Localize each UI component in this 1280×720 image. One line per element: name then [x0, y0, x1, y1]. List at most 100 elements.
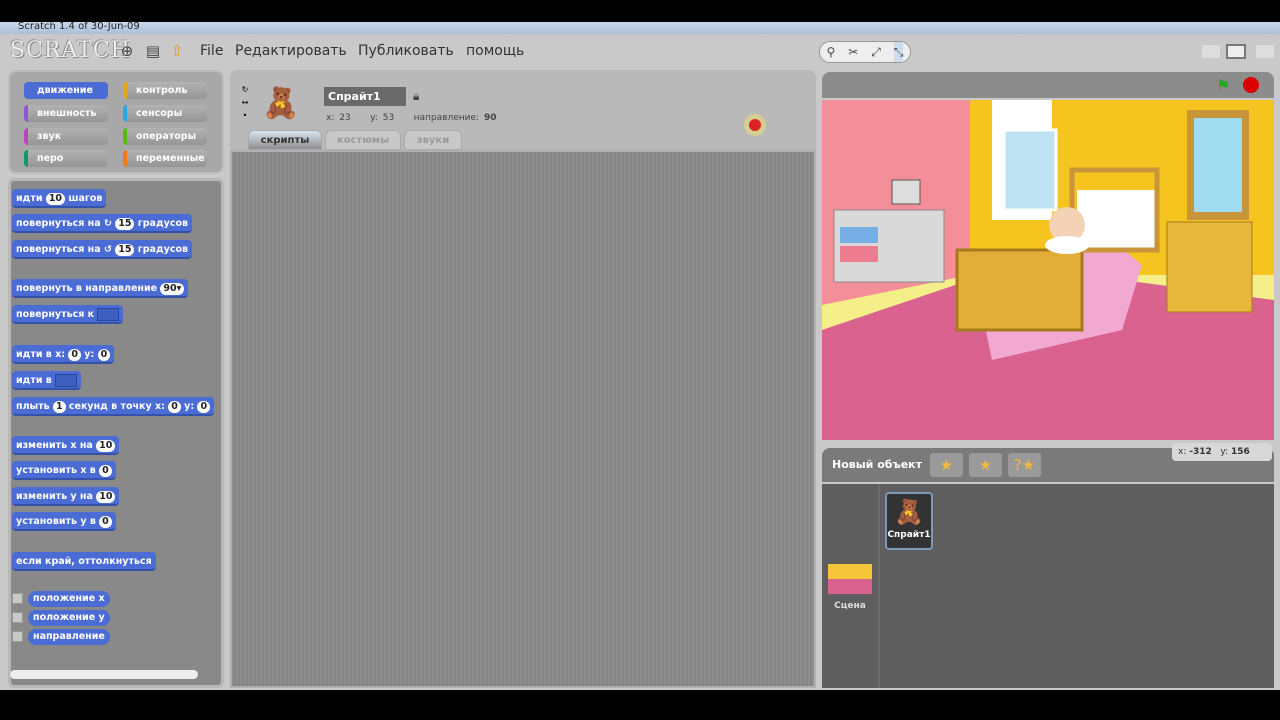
sprite-name-field[interactable]: Спрайт1: [324, 87, 406, 106]
reporter-checkbox[interactable]: [12, 593, 23, 604]
share-icon[interactable]: ⇧: [168, 42, 186, 60]
random-sprite-icon[interactable]: ?★: [1008, 453, 1041, 477]
block-point-dir[interactable]: повернуть в направление 90▾: [12, 279, 189, 298]
block-input[interactable]: 0: [99, 465, 112, 477]
menu-help[interactable]: помощь: [466, 43, 524, 59]
window-title: Scratch 1.4 of 30-Jun-09: [0, 22, 1280, 34]
block-turn-ccw[interactable]: повернуться на ↺ 15 градусов: [12, 240, 192, 259]
reporter-checkbox[interactable]: [12, 612, 23, 623]
choose-sprite-icon[interactable]: ★: [969, 453, 1002, 477]
palette-scrollbar[interactable]: [10, 670, 198, 679]
category-3[interactable]: сенсоры: [123, 105, 207, 122]
paint-sprite-icon[interactable]: ★: [930, 453, 963, 477]
reporter-checkbox[interactable]: [12, 631, 23, 642]
block-change-x[interactable]: изменить x на 10: [12, 436, 120, 455]
block-glide[interactable]: плыть 1 секунд в точку x: 0 y: 0: [12, 397, 215, 416]
reporter-block[interactable]: положение y: [28, 610, 110, 626]
sprite-thumb-sprite1[interactable]: 🧸 Спрайт1: [885, 492, 933, 550]
rotate-cw-icon: ↻: [103, 218, 116, 229]
block-text: повернуться на: [16, 244, 101, 255]
presentation-icon[interactable]: [1256, 45, 1274, 58]
small-stage-icon[interactable]: [1202, 45, 1220, 58]
grow-icon[interactable]: ⤢: [871, 42, 881, 62]
block-text: идти в: [16, 375, 52, 386]
block-input[interactable]: 1: [52, 401, 66, 413]
tab-sounds[interactable]: звуки: [404, 130, 462, 150]
mouse-y-value: 156: [1230, 447, 1250, 457]
rotate-ccw-icon: ↺: [103, 244, 116, 255]
menu-file[interactable]: File: [200, 43, 223, 59]
delete-icon[interactable]: ✂: [848, 42, 858, 62]
baby-icon: 🧸: [894, 498, 924, 526]
block-set-y[interactable]: установить y в 0: [12, 512, 116, 531]
block-text: y:: [184, 401, 195, 412]
block-input[interactable]: 10: [96, 491, 116, 503]
block-input[interactable]: 15: [115, 218, 135, 230]
block-input[interactable]: 10: [96, 440, 116, 452]
save-icon[interactable]: ▤: [144, 42, 162, 60]
tab-scripts[interactable]: скрипты: [248, 130, 322, 150]
block-text: идти: [16, 193, 43, 204]
mouse-coordinates: x: -312 y: 156: [1172, 443, 1272, 461]
category-5[interactable]: операторы: [123, 128, 207, 145]
block-text: повернуть в направление: [16, 283, 158, 294]
category-0[interactable]: движение: [24, 82, 108, 99]
block-goto-xy[interactable]: идти в x: 0 y: 0: [12, 345, 115, 364]
sprite-thumbnail: 🧸: [262, 86, 300, 121]
sprite-thumb-label: Спрайт1: [887, 530, 931, 540]
reporter-block[interactable]: положение x: [28, 591, 110, 607]
stop-icon[interactable]: [1243, 77, 1259, 93]
dropdown[interactable]: [97, 308, 120, 321]
stage-thumbnail[interactable]: [828, 564, 872, 594]
block-input[interactable]: 0: [97, 349, 111, 361]
block-input[interactable]: 90▾: [160, 283, 185, 295]
block-input[interactable]: 0: [99, 516, 112, 528]
duplicate-icon[interactable]: ⚲: [826, 42, 835, 62]
category-4[interactable]: звук: [24, 128, 108, 145]
block-point-to[interactable]: повернуться к: [12, 305, 124, 324]
block-input[interactable]: 10: [45, 193, 66, 205]
cursor-highlight: [744, 114, 766, 136]
normal-stage-icon[interactable]: [1226, 44, 1246, 59]
shrink-icon[interactable]: ⤡: [893, 42, 904, 62]
sprite-tools: ⚲ ✂ ⤢ ⤡: [819, 41, 911, 63]
block-text: шагов: [68, 193, 103, 204]
menu-edit[interactable]: Редактировать: [235, 43, 347, 59]
block-input[interactable]: 0: [197, 401, 211, 413]
block-turn-cw[interactable]: повернуться на ↻ 15 градусов: [12, 214, 192, 233]
block-set-x[interactable]: установить x в 0: [12, 461, 116, 480]
block-goto[interactable]: идти в: [12, 371, 82, 390]
stage-thumb-label: Сцена: [834, 601, 866, 611]
stage[interactable]: [822, 100, 1274, 440]
category-1[interactable]: контроль: [123, 82, 207, 99]
block-text: y:: [84, 349, 95, 360]
block-text: градусов: [137, 218, 188, 229]
lock-icon[interactable]: 🔒︎: [413, 89, 419, 104]
sprite-list: 🧸 Спрайт1 Сцена: [822, 484, 1274, 688]
reporter-block[interactable]: направление: [28, 629, 110, 645]
block-change-y[interactable]: изменить y на 10: [12, 487, 120, 506]
dropdown[interactable]: [55, 374, 78, 387]
scripts-area[interactable]: [230, 150, 816, 688]
block-text: изменить x на: [16, 440, 93, 451]
category-2[interactable]: внешность: [24, 105, 108, 122]
block-move[interactable]: идти 10 шагов: [12, 189, 107, 208]
block-input[interactable]: 0: [168, 401, 181, 413]
new-sprite-label: Новый объект: [832, 458, 923, 471]
block-input[interactable]: 15: [115, 244, 135, 256]
block-text: секунд в точку x:: [68, 401, 165, 412]
tab-costumes[interactable]: костюмы: [325, 130, 401, 150]
menu-share[interactable]: Публиковать: [358, 43, 454, 59]
block-text: плыть: [16, 401, 50, 412]
rotation-style-icons[interactable]: ↻ ↔ •: [239, 83, 251, 123]
category-7[interactable]: переменные: [123, 150, 207, 167]
stage-header: [822, 72, 1274, 98]
globe-icon[interactable]: ⊕: [118, 42, 136, 60]
category-6[interactable]: перо: [24, 150, 108, 167]
block-input[interactable]: 0: [68, 349, 81, 361]
mouse-x-value: -312: [1189, 447, 1212, 457]
block-text: установить x в: [16, 465, 96, 476]
green-flag-icon[interactable]: ⚑: [1216, 76, 1230, 95]
scratch-logo: SCRATCH: [10, 38, 131, 63]
block-bounce[interactable]: если край, оттолкнуться: [12, 552, 156, 571]
